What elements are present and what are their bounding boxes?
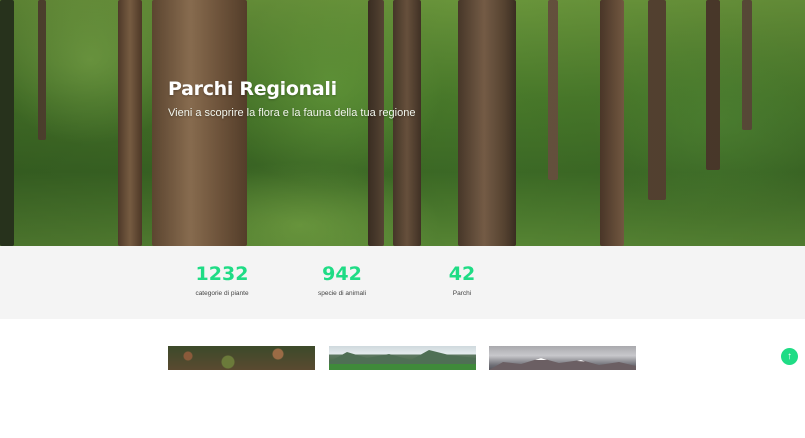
stat-number: 42	[448, 263, 476, 285]
stat-plant-categories: 1232 categorie di piante	[162, 246, 282, 297]
stat-label: Parchi	[452, 290, 472, 297]
scroll-to-top-button[interactable]: ↑	[781, 348, 798, 365]
hero-subtitle: Vieni a scoprire la flora e la fauna del…	[168, 107, 416, 119]
stats-bar: 1232 categorie di piante 942 specie di a…	[0, 246, 805, 319]
hero-title: Parchi Regionali	[168, 78, 337, 100]
mountain-illustration	[329, 350, 476, 370]
snowy-peak-illustration	[489, 358, 636, 370]
stat-animal-species: 942 specie di animali	[282, 246, 402, 297]
stat-label: specie di animali	[317, 290, 367, 297]
stat-parks: 42 Parchi	[402, 246, 522, 297]
park-card-snowy-mountains[interactable]	[489, 346, 636, 370]
stat-number: 942	[322, 263, 362, 285]
arrow-up-icon: ↑	[787, 350, 792, 362]
hero-banner: Parchi Regionali Vieni a scoprire la flo…	[0, 0, 805, 246]
park-card-mountain-valley[interactable]	[329, 346, 476, 370]
park-card-forest-floor[interactable]	[168, 346, 315, 370]
hero-overlay	[0, 0, 805, 246]
stat-label: categorie di piante	[195, 290, 249, 297]
stat-number: 1232	[195, 263, 249, 285]
